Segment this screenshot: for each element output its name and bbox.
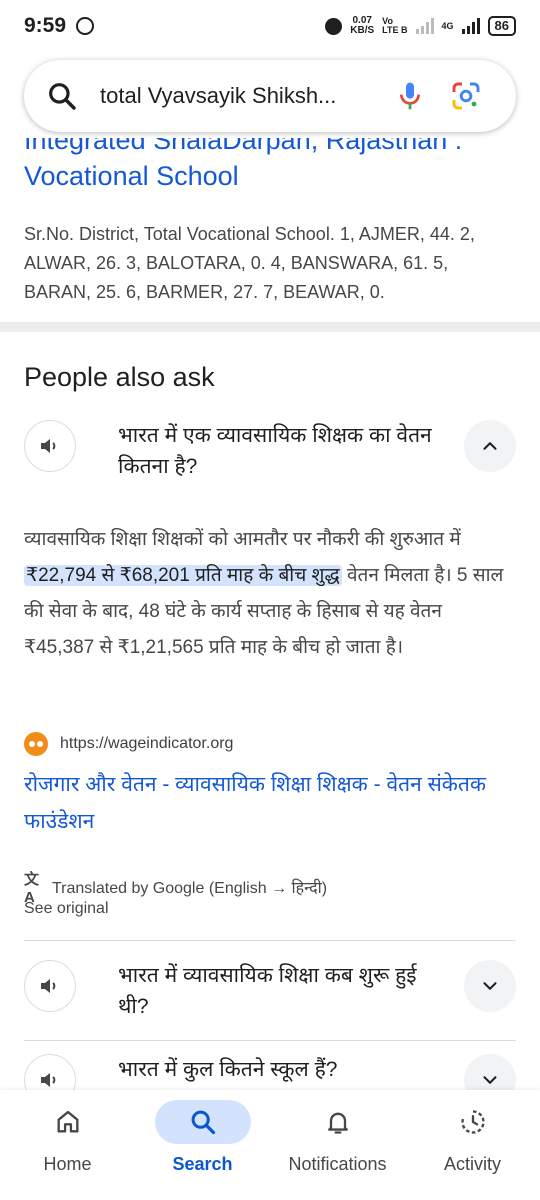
paa-heading: People also ask bbox=[24, 362, 215, 392]
nav-activity[interactable]: Activity bbox=[405, 1090, 540, 1200]
answer-text-before: व्यावसायिक शिक्षा शिक्षकों को आमतौर पर न… bbox=[24, 529, 461, 550]
paa-question-text[interactable]: भारत में कुल कितने स्कूल हैं? bbox=[118, 1054, 438, 1085]
network-speed: 0.07 KB/S bbox=[350, 16, 374, 36]
search-icon[interactable] bbox=[189, 1108, 217, 1136]
translated-text: Translated by Google (English → हिन्दी) bbox=[52, 880, 328, 897]
nav-search[interactable]: Search bbox=[135, 1090, 270, 1200]
source-url[interactable]: https://wageindicator.org bbox=[60, 735, 233, 753]
google-lens-icon[interactable] bbox=[450, 80, 482, 112]
nav-home-icon-wrap[interactable] bbox=[20, 1100, 116, 1144]
paa-answer: व्यावसायिक शिक्षा शिक्षकों को आमतौर पर न… bbox=[24, 522, 516, 666]
volte-bottom: LTE B bbox=[382, 25, 408, 35]
search-query[interactable]: total Vyavsayik Shiksh... bbox=[100, 83, 370, 109]
result-title-line2[interactable]: Vocational School bbox=[24, 161, 239, 191]
signal-icon-sim1 bbox=[415, 18, 434, 34]
source-title-link[interactable]: रोजगार और वेतन - व्यावसायिक शिक्षा शिक्ष… bbox=[24, 766, 516, 840]
wageindicator-favicon-icon bbox=[24, 732, 48, 756]
status-bar: 9:59 0.07 KB/S Vo LTE B 4G 86 bbox=[0, 0, 540, 52]
network-type: 4G bbox=[441, 20, 454, 31]
paa-question-2[interactable]: भारत में व्यावसायिक शिक्षा कब शुरू हुई थ… bbox=[24, 960, 516, 1022]
home-icon[interactable] bbox=[54, 1108, 82, 1136]
collapse-button[interactable] bbox=[464, 420, 516, 472]
nav-activity-icon-wrap[interactable] bbox=[425, 1100, 521, 1144]
speaker-icon[interactable] bbox=[38, 1068, 62, 1092]
status-time: 9:59 bbox=[24, 14, 67, 37]
answer-highlight: ₹22,794 से ₹68,201 प्रति माह के बीच शुद्… bbox=[24, 565, 342, 586]
chevron-down-icon[interactable] bbox=[479, 975, 501, 997]
battery-indicator: 86 bbox=[487, 16, 516, 36]
whatsapp-icon bbox=[76, 17, 95, 35]
microphone-icon[interactable] bbox=[394, 80, 426, 112]
nav-home-label[interactable]: Home bbox=[43, 1154, 91, 1175]
speaker-icon[interactable] bbox=[38, 974, 62, 998]
speaker-button[interactable] bbox=[24, 960, 76, 1012]
speed-unit: KB/S bbox=[350, 25, 375, 36]
status-icons: 0.07 KB/S Vo LTE B 4G 86 bbox=[325, 16, 516, 36]
nav-search-icon-wrap[interactable] bbox=[154, 1100, 251, 1144]
search-box[interactable]: total Vyavsayik Shiksh... bbox=[24, 60, 516, 132]
result-title-clipped[interactable]: Integrated ShalaDarpan, Rajasthan : bbox=[24, 138, 516, 158]
paa-question-1[interactable]: भारत में एक व्यावसायिक शिक्षक का वेतन कि… bbox=[24, 420, 516, 482]
alarm-icon bbox=[325, 17, 343, 35]
paa-divider bbox=[24, 1040, 516, 1041]
nav-search-label[interactable]: Search bbox=[172, 1154, 232, 1175]
search-icon[interactable] bbox=[46, 80, 78, 112]
section-divider bbox=[0, 322, 540, 332]
nav-notifications[interactable]: Notifications bbox=[270, 1090, 405, 1200]
bottom-nav: Home Search Notifications Activity bbox=[0, 1090, 540, 1200]
expand-button[interactable] bbox=[464, 960, 516, 1012]
nav-notifications-icon-wrap[interactable] bbox=[290, 1100, 386, 1144]
paa-divider bbox=[24, 940, 516, 941]
paa-question-text[interactable]: भारत में व्यावसायिक शिक्षा कब शुरू हुई थ… bbox=[118, 960, 438, 1022]
speaker-icon[interactable] bbox=[38, 434, 62, 458]
chevron-down-icon[interactable] bbox=[479, 1069, 501, 1091]
result-snippet: Sr.No. District, Total Vocational School… bbox=[24, 224, 475, 302]
volte-indicator: Vo LTE B bbox=[382, 17, 407, 35]
result-title[interactable]: Integrated ShalaDarpan, Rajasthan : Voca… bbox=[24, 138, 516, 194]
see-original-link[interactable]: See original bbox=[24, 900, 109, 918]
bell-icon[interactable] bbox=[324, 1108, 352, 1136]
speaker-button[interactable] bbox=[24, 420, 76, 472]
signal-icon-sim2 bbox=[461, 18, 480, 34]
nav-notifications-label[interactable]: Notifications bbox=[288, 1154, 386, 1175]
paa-question-text[interactable]: भारत में एक व्यावसायिक शिक्षक का वेतन कि… bbox=[118, 420, 438, 482]
result-title-line1[interactable]: Integrated ShalaDarpan, Rajasthan : bbox=[24, 138, 462, 158]
nav-activity-label[interactable]: Activity bbox=[444, 1154, 501, 1175]
chevron-up-icon[interactable] bbox=[479, 435, 501, 457]
activity-icon[interactable] bbox=[459, 1108, 487, 1136]
nav-home[interactable]: Home bbox=[0, 1090, 135, 1200]
source-row[interactable]: https://wageindicator.org bbox=[24, 732, 233, 756]
